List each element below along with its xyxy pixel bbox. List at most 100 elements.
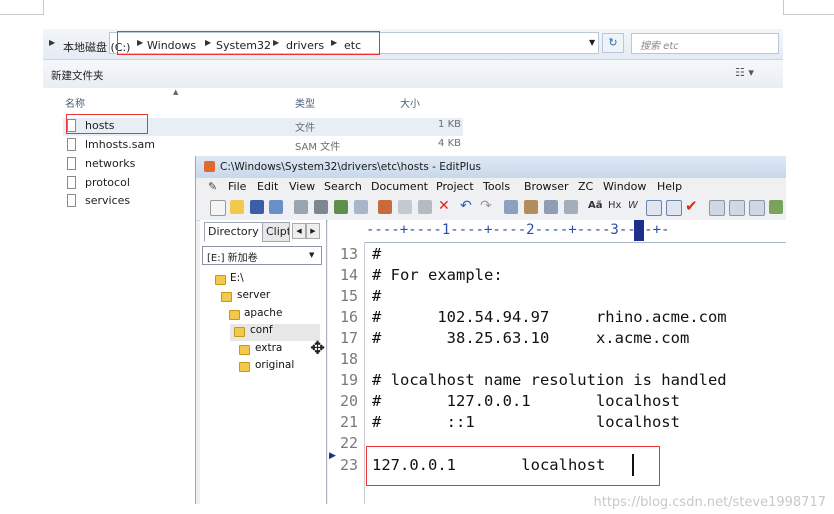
- paste-icon[interactable]: [418, 200, 432, 214]
- annotation-highlight: [117, 31, 380, 55]
- run-icon[interactable]: [769, 200, 783, 214]
- line-number: 14: [339, 266, 358, 284]
- menu-tools[interactable]: Tools: [483, 180, 510, 193]
- new-file-icon[interactable]: [210, 200, 226, 216]
- line-number: 18: [339, 350, 358, 368]
- title-bar: C:\Windows\System32\drivers\etc\hosts - …: [196, 156, 786, 178]
- save-all-icon[interactable]: [269, 200, 283, 214]
- page-corner-mark: [0, 0, 44, 15]
- undo-icon[interactable]: ↶: [460, 198, 472, 214]
- refresh-icon[interactable]: ↻: [602, 33, 624, 53]
- file-size: 1 KB: [438, 119, 461, 130]
- code-line: #: [372, 287, 382, 305]
- goto-icon[interactable]: [544, 200, 558, 214]
- code-line: # 102.54.94.97 rhino.acme.com: [372, 308, 727, 326]
- line-number: 20: [339, 392, 358, 410]
- code-line: # 127.0.0.1 localhost: [372, 392, 680, 410]
- preview-icon[interactable]: [294, 200, 308, 214]
- chevron-right-icon: ▶: [49, 38, 56, 47]
- redo-icon[interactable]: ↷: [480, 198, 492, 214]
- menu-view[interactable]: View: [289, 180, 315, 193]
- code-line: # localhost name resolution is handled: [372, 371, 727, 389]
- output-window-icon[interactable]: [749, 200, 765, 216]
- column-size-header[interactable]: 大小: [400, 95, 420, 110]
- tree-item-server[interactable]: server: [237, 289, 270, 301]
- window-title: C:\Windows\System32\drivers\etc\hosts - …: [220, 161, 481, 173]
- tree-item-conf[interactable]: conf: [250, 324, 273, 336]
- print-icon[interactable]: [314, 200, 328, 214]
- open-folder-icon[interactable]: [230, 200, 244, 214]
- spellcheck-icon[interactable]: [334, 200, 348, 214]
- font-icon[interactable]: Aã: [588, 200, 603, 211]
- tab-scroll-left-icon[interactable]: ◀: [292, 223, 306, 239]
- tab-scroll-right-icon[interactable]: ▶: [306, 223, 320, 239]
- find-icon[interactable]: [504, 200, 518, 214]
- sort-up-icon: ▲: [173, 88, 179, 96]
- menu-window[interactable]: Window: [603, 180, 646, 193]
- directory-pane: Directory Clipt ◀ ▶ [E:] 新加卷 ▼ E:\ serve…: [200, 220, 327, 504]
- menu-help[interactable]: Help: [657, 180, 682, 193]
- line-number: 15: [339, 287, 358, 305]
- menu-search[interactable]: Search: [324, 180, 362, 193]
- file-type: 文件: [295, 123, 315, 134]
- search-input[interactable]: 搜索 etc: [631, 33, 779, 54]
- tree-item-original[interactable]: original: [255, 359, 294, 371]
- save-icon[interactable]: [250, 200, 264, 214]
- wrap-icon[interactable]: W: [628, 200, 638, 211]
- annotation-highlight: [366, 446, 660, 486]
- cut-icon[interactable]: [378, 200, 392, 214]
- ruler-cursor-marker: [634, 220, 644, 241]
- line-number: 23: [339, 456, 358, 474]
- text-cursor: [632, 454, 634, 476]
- tab-directory[interactable]: Directory: [204, 222, 263, 242]
- tree-item-apache[interactable]: apache: [244, 307, 282, 319]
- file-type: SAM 文件: [295, 142, 341, 153]
- dropdown-arrow-icon[interactable]: ▼: [589, 38, 595, 47]
- replace-icon[interactable]: [524, 200, 538, 214]
- line-number: 22: [339, 434, 358, 452]
- hex-icon[interactable]: Hx: [608, 200, 621, 211]
- indent-icon[interactable]: [564, 200, 578, 214]
- tree-item-extra[interactable]: extra: [255, 342, 282, 354]
- code-line: # For example:: [372, 266, 503, 284]
- menu-browser[interactable]: Browser: [524, 180, 569, 193]
- code-line: # 38.25.63.10 x.acme.com: [372, 329, 690, 347]
- annotation-highlight: [66, 114, 148, 134]
- new-folder-button[interactable]: 新建文件夹: [51, 68, 104, 83]
- menu-document[interactable]: Document: [371, 180, 428, 193]
- browser-icon[interactable]: [354, 200, 368, 214]
- column-headers: 名称 ▲ 类型 大小: [43, 88, 783, 112]
- checkmark-icon[interactable]: ✔: [685, 197, 698, 215]
- cliptext-window-icon[interactable]: [729, 200, 745, 216]
- ruler-toggle-icon[interactable]: [666, 200, 682, 216]
- drive-select[interactable]: [E:] 新加卷 ▼: [202, 246, 322, 265]
- tree-item-drive[interactable]: E:\: [230, 272, 244, 284]
- move-cursor-icon: ✥: [310, 338, 326, 359]
- menu-bar: ✎ File Edit View Search Document Project…: [196, 178, 786, 196]
- directory-window-icon[interactable]: [709, 200, 725, 216]
- menu-edit[interactable]: Edit: [257, 180, 278, 193]
- tab-cliptext[interactable]: Clipt: [262, 222, 290, 242]
- file-icon: [67, 176, 76, 189]
- file-row[interactable]: lmhosts.sam SAM 文件 4 KB: [63, 137, 463, 155]
- menu-file[interactable]: File: [228, 180, 246, 193]
- editplus-toolbar: ✕ ↶ ↷ Aã Hx W ✔: [196, 196, 786, 221]
- word-wrap-toggle-icon[interactable]: [646, 200, 662, 216]
- folder-icon: [239, 362, 250, 372]
- menu-project[interactable]: Project: [436, 180, 474, 193]
- line-number: 21: [339, 413, 358, 431]
- file-name: lmhosts.sam: [85, 138, 155, 151]
- chevron-down-icon: ▼: [309, 251, 315, 259]
- column-type-header[interactable]: 类型: [295, 95, 315, 110]
- code-line: # ::1 localhost: [372, 413, 680, 431]
- file-icon: [67, 157, 76, 170]
- line-number: 17: [339, 329, 358, 347]
- copy-icon[interactable]: [398, 200, 412, 214]
- line-number: 13: [339, 245, 358, 263]
- view-options-icon[interactable]: ☷ ▾: [735, 66, 754, 79]
- address-bar[interactable]: ▶ 本地磁盘 (C:) ▶ Windows ▶ System32 ▶ drive…: [43, 29, 783, 60]
- column-name-header[interactable]: 名称: [65, 95, 85, 110]
- pen-icon: ✎: [208, 180, 218, 193]
- delete-icon[interactable]: ✕: [438, 198, 450, 214]
- menu-zc[interactable]: ZC: [578, 180, 593, 193]
